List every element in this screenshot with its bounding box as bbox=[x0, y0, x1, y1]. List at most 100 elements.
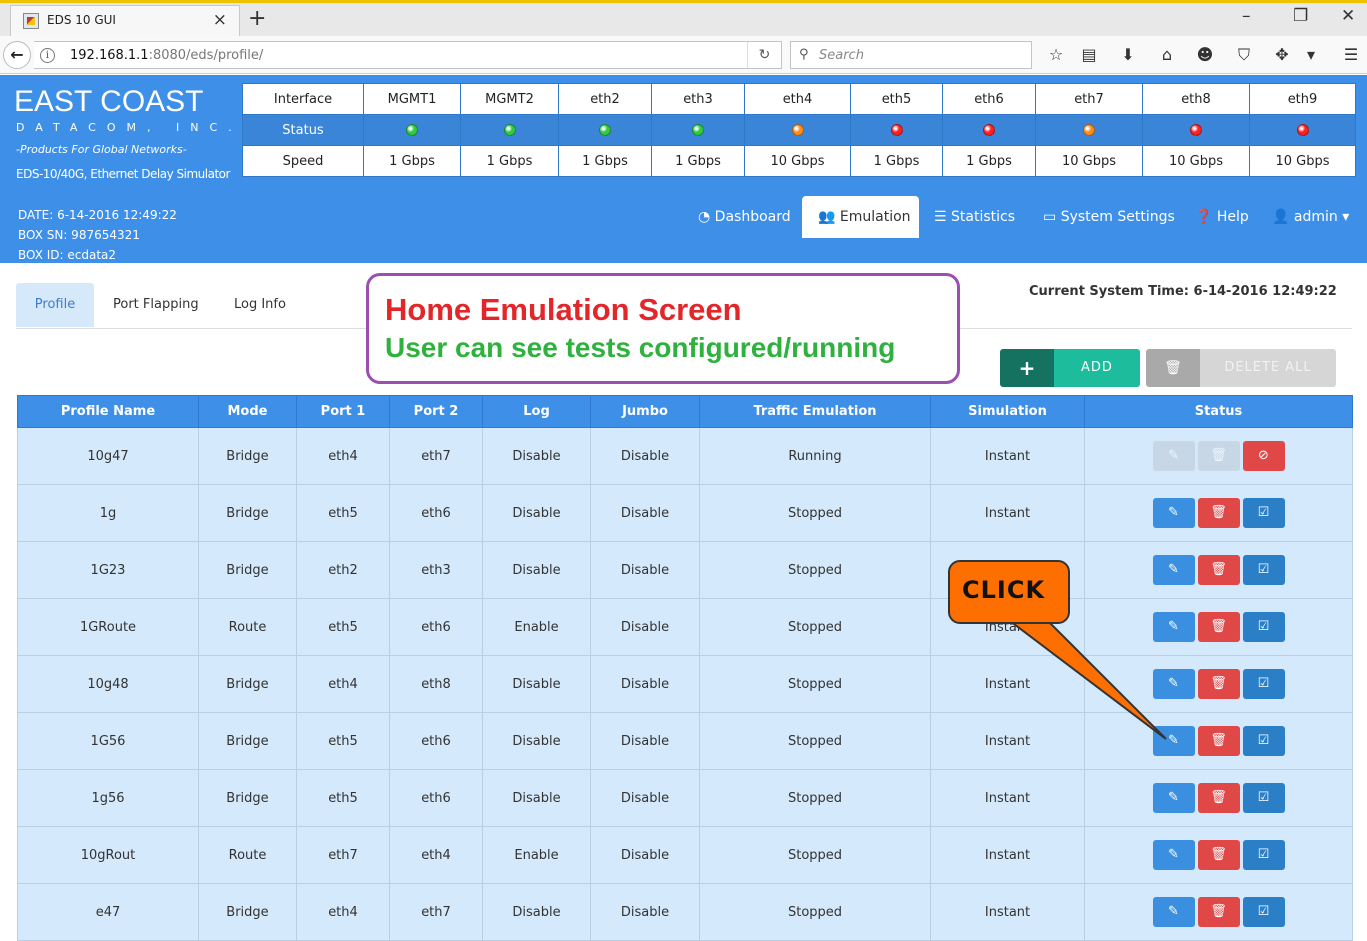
cell-p1: eth7 bbox=[296, 826, 390, 884]
extension-icon[interactable]: ✥ bbox=[1271, 45, 1293, 64]
check-icon[interactable]: ☑ bbox=[1242, 897, 1285, 927]
back-arrow-icon[interactable]: ← bbox=[3, 41, 31, 69]
interface-name: eth5 bbox=[850, 83, 943, 115]
check-icon[interactable]: ☑ bbox=[1242, 555, 1285, 585]
edit-icon[interactable]: ✎ bbox=[1152, 726, 1195, 756]
trash-icon[interactable]: 🗑 bbox=[1197, 783, 1240, 813]
profile-table: Profile Name Mode Port 1 Port 2 Log Jumbo Traf… bbox=[17, 395, 1353, 941]
edit-icon[interactable]: ✎ bbox=[1152, 897, 1195, 927]
stop-icon[interactable]: ⊘ bbox=[1242, 441, 1285, 471]
reading-list-icon[interactable]: ▤ bbox=[1078, 45, 1100, 64]
edit-icon: ✎ bbox=[1152, 441, 1195, 471]
tab-profile[interactable]: Profile bbox=[16, 283, 94, 327]
minimize-button[interactable]: – bbox=[1242, 6, 1251, 26]
edit-icon[interactable]: ✎ bbox=[1152, 840, 1195, 870]
trash-icon[interactable]: 🗑 bbox=[1197, 726, 1240, 756]
nav-statistics[interactable]: ☰ Statistics bbox=[934, 196, 1015, 238]
pocket-icon[interactable]: ⛉ bbox=[1233, 45, 1255, 65]
trash-icon[interactable]: 🗑 bbox=[1197, 555, 1240, 585]
tab-log-info[interactable]: Log Info bbox=[234, 283, 286, 327]
cell-actions: ✎ 🗑 ☑ bbox=[1084, 541, 1353, 599]
interface-name: eth8 bbox=[1142, 83, 1250, 115]
table-row: e47 Bridge eth4 eth7 Disable Disable Stopped In… bbox=[17, 883, 1353, 941]
close-window-button[interactable]: ✕ bbox=[1341, 6, 1355, 26]
edit-icon[interactable]: ✎ bbox=[1152, 612, 1195, 642]
interface-status bbox=[1035, 114, 1143, 146]
cell-actions: ✎ 🗑 ☑ bbox=[1084, 484, 1353, 542]
column-header: Jumbo bbox=[590, 395, 700, 428]
column-header: Traffic Emulation bbox=[699, 395, 931, 428]
interface-name: eth6 bbox=[942, 83, 1036, 115]
check-icon[interactable]: ☑ bbox=[1242, 840, 1285, 870]
check-icon[interactable]: ☑ bbox=[1242, 726, 1285, 756]
restore-button[interactable]: ❐ bbox=[1293, 6, 1308, 26]
check-icon[interactable]: ☑ bbox=[1242, 498, 1285, 528]
new-tab-button[interactable]: + bbox=[248, 6, 266, 31]
table-row: 1GRoute Route eth5 eth6 Enable Disable Stopped… bbox=[17, 598, 1353, 656]
tab-port-flapping[interactable]: Port Flapping bbox=[113, 283, 199, 327]
tab-close-icon[interactable]: × bbox=[213, 10, 227, 30]
nav-help[interactable]: ❓ Help bbox=[1195, 196, 1249, 238]
interface-status bbox=[460, 114, 559, 146]
search-input[interactable]: ⚲ Search bbox=[790, 41, 1032, 69]
check-icon[interactable]: ☑ bbox=[1242, 612, 1285, 642]
add-button[interactable]: + ADD bbox=[1000, 349, 1140, 387]
menu-icon[interactable]: ☰ bbox=[1340, 45, 1362, 64]
cell-p1: eth5 bbox=[296, 769, 390, 827]
users-icon: 👥 bbox=[818, 209, 836, 225]
reload-icon[interactable]: ↻ bbox=[747, 42, 781, 68]
cell-mode: Route bbox=[198, 598, 297, 656]
dropdown-chevron-icon[interactable]: ▾ bbox=[1300, 45, 1322, 64]
cell-p1: eth5 bbox=[296, 598, 390, 656]
cell-log: Disable bbox=[482, 541, 591, 599]
nav-dashboard[interactable]: ◔ Dashboard bbox=[698, 196, 791, 238]
interface-status bbox=[558, 114, 652, 146]
cell-p2: eth6 bbox=[389, 598, 483, 656]
interface-speed: 1 Gbps bbox=[850, 145, 943, 177]
interface-status bbox=[744, 114, 851, 146]
nav-system-settings[interactable]: ▭ System Settings bbox=[1043, 196, 1175, 238]
download-icon[interactable]: ⬇ bbox=[1117, 45, 1139, 64]
trash-icon[interactable]: 🗑 bbox=[1197, 669, 1240, 699]
cell-p2: eth4 bbox=[389, 826, 483, 884]
cell-name: 10gRout bbox=[17, 826, 199, 884]
cell-sim: Instant bbox=[930, 427, 1085, 485]
trash-icon[interactable]: 🗑 bbox=[1197, 498, 1240, 528]
info-icon[interactable]: i bbox=[40, 48, 55, 63]
trash-icon[interactable]: 🗑 bbox=[1197, 897, 1240, 927]
trash-icon[interactable]: 🗑 bbox=[1197, 840, 1240, 870]
favicon-icon bbox=[23, 13, 39, 29]
main-nav: ◔ Dashboard 👥 Emulation ☰ Statistics ▭ S… bbox=[0, 196, 1367, 238]
url-bar[interactable]: i 192.168.1.1:8080/eds/profile/ ↻ bbox=[34, 41, 782, 69]
nav-user-menu[interactable]: 👤 admin ▾ bbox=[1272, 196, 1349, 238]
table-row: 1g Bridge eth5 eth6 Disable Disable Stopped Ins… bbox=[17, 484, 1353, 542]
cell-name: 1G23 bbox=[17, 541, 199, 599]
row-actions: ✎ 🗑 ☑ bbox=[1152, 612, 1285, 642]
nav-emulation[interactable]: 👥 Emulation bbox=[802, 196, 919, 238]
check-icon[interactable]: ☑ bbox=[1242, 783, 1285, 813]
home-icon[interactable]: ⌂ bbox=[1156, 45, 1178, 64]
nav-help-label: Help bbox=[1216, 209, 1249, 225]
bookmark-star-icon[interactable]: ☆ bbox=[1045, 45, 1067, 64]
cell-sim: Instant bbox=[930, 655, 1085, 713]
row-actions: ✎ 🗑 ☑ bbox=[1152, 897, 1285, 927]
trash-icon[interactable]: 🗑 bbox=[1197, 612, 1240, 642]
browser-tab[interactable]: EDS 10 GUI × bbox=[10, 5, 240, 36]
check-icon[interactable]: ☑ bbox=[1242, 669, 1285, 699]
edit-icon[interactable]: ✎ bbox=[1152, 555, 1195, 585]
interface-speed: 1 Gbps bbox=[363, 145, 461, 177]
delete-all-button[interactable]: 🗑 DELETE ALL bbox=[1146, 349, 1336, 387]
column-header: Port 2 bbox=[389, 395, 483, 428]
chat-icon[interactable]: ☻ bbox=[1194, 45, 1216, 64]
edit-icon[interactable]: ✎ bbox=[1152, 498, 1195, 528]
cell-mode: Route bbox=[198, 826, 297, 884]
cell-jumbo: Disable bbox=[590, 427, 700, 485]
column-header: Log bbox=[482, 395, 591, 428]
table-row: 1G56 Bridge eth5 eth6 Disable Disable Stopped I… bbox=[17, 712, 1353, 770]
edit-icon[interactable]: ✎ bbox=[1152, 783, 1195, 813]
column-header: Profile Name bbox=[17, 395, 199, 428]
cell-traffic: Stopped bbox=[699, 541, 931, 599]
edit-icon[interactable]: ✎ bbox=[1152, 669, 1195, 699]
interface-speed: 10 Gbps bbox=[1142, 145, 1250, 177]
cell-log: Disable bbox=[482, 484, 591, 542]
